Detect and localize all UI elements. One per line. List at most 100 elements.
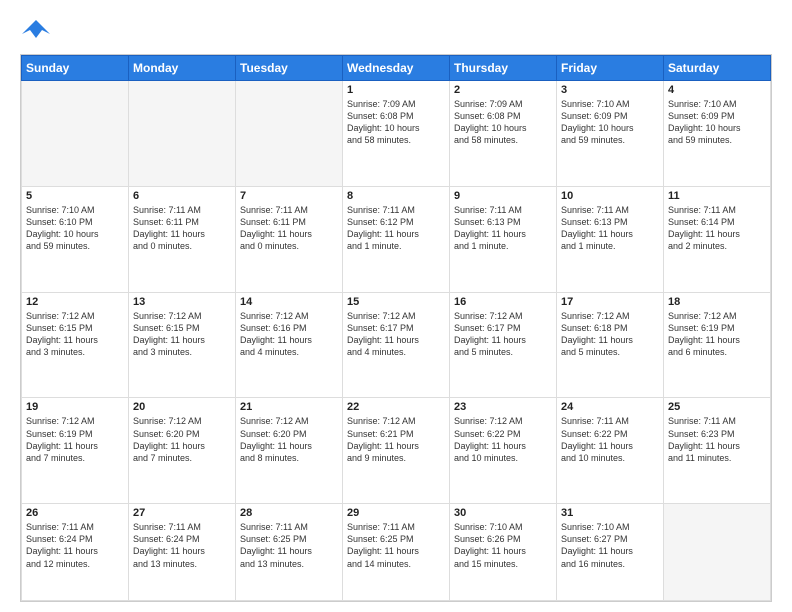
day-number: 3: [561, 84, 659, 96]
day-number: 15: [347, 296, 445, 308]
week-row-2: 12 Sunrise: 7:12 AM Sunset: 6:15 PM Dayli…: [22, 292, 771, 398]
day-number: 29: [347, 507, 445, 519]
day-cell: [664, 504, 771, 601]
day-cell: 29 Sunrise: 7:11 AM Sunset: 6:25 PM Dayli…: [343, 504, 450, 601]
day-number: 22: [347, 401, 445, 413]
day-number: 19: [26, 401, 124, 413]
col-tuesday: Tuesday: [236, 56, 343, 81]
day-cell: 15 Sunrise: 7:12 AM Sunset: 6:17 PM Dayli…: [343, 292, 450, 398]
day-info: Sunrise: 7:11 AM Sunset: 6:11 PM Dayligh…: [133, 204, 231, 253]
logo: [20, 16, 50, 44]
day-cell: 26 Sunrise: 7:11 AM Sunset: 6:24 PM Dayli…: [22, 504, 129, 601]
day-cell: 20 Sunrise: 7:12 AM Sunset: 6:20 PM Dayli…: [129, 398, 236, 504]
day-cell: 13 Sunrise: 7:12 AM Sunset: 6:15 PM Dayli…: [129, 292, 236, 398]
day-number: 13: [133, 296, 231, 308]
day-number: 5: [26, 190, 124, 202]
day-cell: 6 Sunrise: 7:11 AM Sunset: 6:11 PM Daylig…: [129, 186, 236, 292]
day-number: 17: [561, 296, 659, 308]
week-row-1: 5 Sunrise: 7:10 AM Sunset: 6:10 PM Daylig…: [22, 186, 771, 292]
day-number: 28: [240, 507, 338, 519]
day-number: 14: [240, 296, 338, 308]
day-info: Sunrise: 7:12 AM Sunset: 6:17 PM Dayligh…: [454, 310, 552, 359]
day-cell: 14 Sunrise: 7:12 AM Sunset: 6:16 PM Dayli…: [236, 292, 343, 398]
day-cell: 9 Sunrise: 7:11 AM Sunset: 6:13 PM Daylig…: [450, 186, 557, 292]
day-number: 16: [454, 296, 552, 308]
day-info: Sunrise: 7:10 AM Sunset: 6:09 PM Dayligh…: [668, 98, 766, 147]
col-friday: Friday: [557, 56, 664, 81]
day-cell: 27Sunrise: 7:11 AM Sunset: 6:24 PM Dayli…: [129, 504, 236, 601]
day-info: Sunrise: 7:11 AM Sunset: 6:13 PM Dayligh…: [454, 204, 552, 253]
day-number: 30: [454, 507, 552, 519]
day-info: Sunrise: 7:10 AM Sunset: 6:27 PM Dayligh…: [561, 521, 659, 570]
day-number: 31: [561, 507, 659, 519]
day-info: Sunrise: 7:12 AM Sunset: 6:22 PM Dayligh…: [454, 415, 552, 464]
day-info: Sunrise: 7:11 AM Sunset: 6:25 PM Dayligh…: [240, 521, 338, 570]
day-number: 10: [561, 190, 659, 202]
day-cell: 23 Sunrise: 7:12 AM Sunset: 6:22 PM Dayli…: [450, 398, 557, 504]
day-number: 20: [133, 401, 231, 413]
day-cell: 12 Sunrise: 7:12 AM Sunset: 6:15 PM Dayli…: [22, 292, 129, 398]
day-cell: 2 Sunrise: 7:09 AM Sunset: 6:08 PM Daylig…: [450, 81, 557, 187]
day-cell: 5 Sunrise: 7:10 AM Sunset: 6:10 PM Daylig…: [22, 186, 129, 292]
day-info: Sunrise: 7:12 AM Sunset: 6:20 PM Dayligh…: [133, 415, 231, 464]
day-info: Sunrise: 7:09 AM Sunset: 6:08 PM Dayligh…: [347, 98, 445, 147]
day-number: 9: [454, 190, 552, 202]
day-number: 4: [668, 84, 766, 96]
day-info: Sunrise: 7:09 AM Sunset: 6:08 PM Dayligh…: [454, 98, 552, 147]
col-saturday: Saturday: [664, 56, 771, 81]
day-cell: 11 Sunrise: 7:11 AM Sunset: 6:14 PM Dayli…: [664, 186, 771, 292]
col-thursday: Thursday: [450, 56, 557, 81]
day-number: 6: [133, 190, 231, 202]
col-monday: Monday: [129, 56, 236, 81]
day-cell: 17Sunrise: 7:12 AM Sunset: 6:18 PM Dayli…: [557, 292, 664, 398]
day-cell: 3 Sunrise: 7:10 AM Sunset: 6:09 PM Daylig…: [557, 81, 664, 187]
day-cell: 21Sunrise: 7:12 AM Sunset: 6:20 PM Dayli…: [236, 398, 343, 504]
day-cell: 7Sunrise: 7:11 AM Sunset: 6:11 PM Daylig…: [236, 186, 343, 292]
day-info: Sunrise: 7:12 AM Sunset: 6:17 PM Dayligh…: [347, 310, 445, 359]
day-cell: 8 Sunrise: 7:11 AM Sunset: 6:12 PM Daylig…: [343, 186, 450, 292]
col-sunday: Sunday: [22, 56, 129, 81]
week-row-3: 19 Sunrise: 7:12 AM Sunset: 6:19 PM Dayli…: [22, 398, 771, 504]
day-info: Sunrise: 7:11 AM Sunset: 6:12 PM Dayligh…: [347, 204, 445, 253]
day-info: Sunrise: 7:11 AM Sunset: 6:14 PM Dayligh…: [668, 204, 766, 253]
day-number: 12: [26, 296, 124, 308]
day-number: 1: [347, 84, 445, 96]
day-cell: 31 Sunrise: 7:10 AM Sunset: 6:27 PM Dayli…: [557, 504, 664, 601]
day-number: 25: [668, 401, 766, 413]
day-number: 26: [26, 507, 124, 519]
day-info: Sunrise: 7:10 AM Sunset: 6:10 PM Dayligh…: [26, 204, 124, 253]
day-number: 23: [454, 401, 552, 413]
page: Sunday Monday Tuesday Wednesday Thursday…: [0, 0, 792, 612]
day-cell: 30Sunrise: 7:10 AM Sunset: 6:26 PM Dayli…: [450, 504, 557, 601]
week-row-4: 26 Sunrise: 7:11 AM Sunset: 6:24 PM Dayli…: [22, 504, 771, 601]
day-info: Sunrise: 7:12 AM Sunset: 6:19 PM Dayligh…: [26, 415, 124, 464]
header: [20, 16, 772, 44]
day-info: Sunrise: 7:12 AM Sunset: 6:16 PM Dayligh…: [240, 310, 338, 359]
day-number: 21: [240, 401, 338, 413]
day-cell: 16 Sunrise: 7:12 AM Sunset: 6:17 PM Dayli…: [450, 292, 557, 398]
day-info: Sunrise: 7:11 AM Sunset: 6:24 PM Dayligh…: [26, 521, 124, 570]
week-row-0: 1 Sunrise: 7:09 AM Sunset: 6:08 PM Daylig…: [22, 81, 771, 187]
logo-bird-icon: [22, 16, 50, 44]
day-info: Sunrise: 7:11 AM Sunset: 6:13 PM Dayligh…: [561, 204, 659, 253]
day-cell: [236, 81, 343, 187]
day-info: Sunrise: 7:11 AM Sunset: 6:25 PM Dayligh…: [347, 521, 445, 570]
day-number: 11: [668, 190, 766, 202]
day-cell: 22 Sunrise: 7:12 AM Sunset: 6:21 PM Dayli…: [343, 398, 450, 504]
day-info: Sunrise: 7:12 AM Sunset: 6:15 PM Dayligh…: [133, 310, 231, 359]
day-info: Sunrise: 7:12 AM Sunset: 6:15 PM Dayligh…: [26, 310, 124, 359]
day-number: 24: [561, 401, 659, 413]
day-cell: 24Sunrise: 7:11 AM Sunset: 6:22 PM Dayli…: [557, 398, 664, 504]
day-cell: 10 Sunrise: 7:11 AM Sunset: 6:13 PM Dayli…: [557, 186, 664, 292]
day-cell: 4 Sunrise: 7:10 AM Sunset: 6:09 PM Daylig…: [664, 81, 771, 187]
day-info: Sunrise: 7:12 AM Sunset: 6:19 PM Dayligh…: [668, 310, 766, 359]
day-info: Sunrise: 7:12 AM Sunset: 6:21 PM Dayligh…: [347, 415, 445, 464]
day-number: 18: [668, 296, 766, 308]
day-cell: 28 Sunrise: 7:11 AM Sunset: 6:25 PM Dayli…: [236, 504, 343, 601]
day-number: 2: [454, 84, 552, 96]
day-number: 8: [347, 190, 445, 202]
day-info: Sunrise: 7:10 AM Sunset: 6:09 PM Dayligh…: [561, 98, 659, 147]
calendar-table: Sunday Monday Tuesday Wednesday Thursday…: [21, 55, 771, 601]
day-info: Sunrise: 7:11 AM Sunset: 6:23 PM Dayligh…: [668, 415, 766, 464]
day-cell: [22, 81, 129, 187]
